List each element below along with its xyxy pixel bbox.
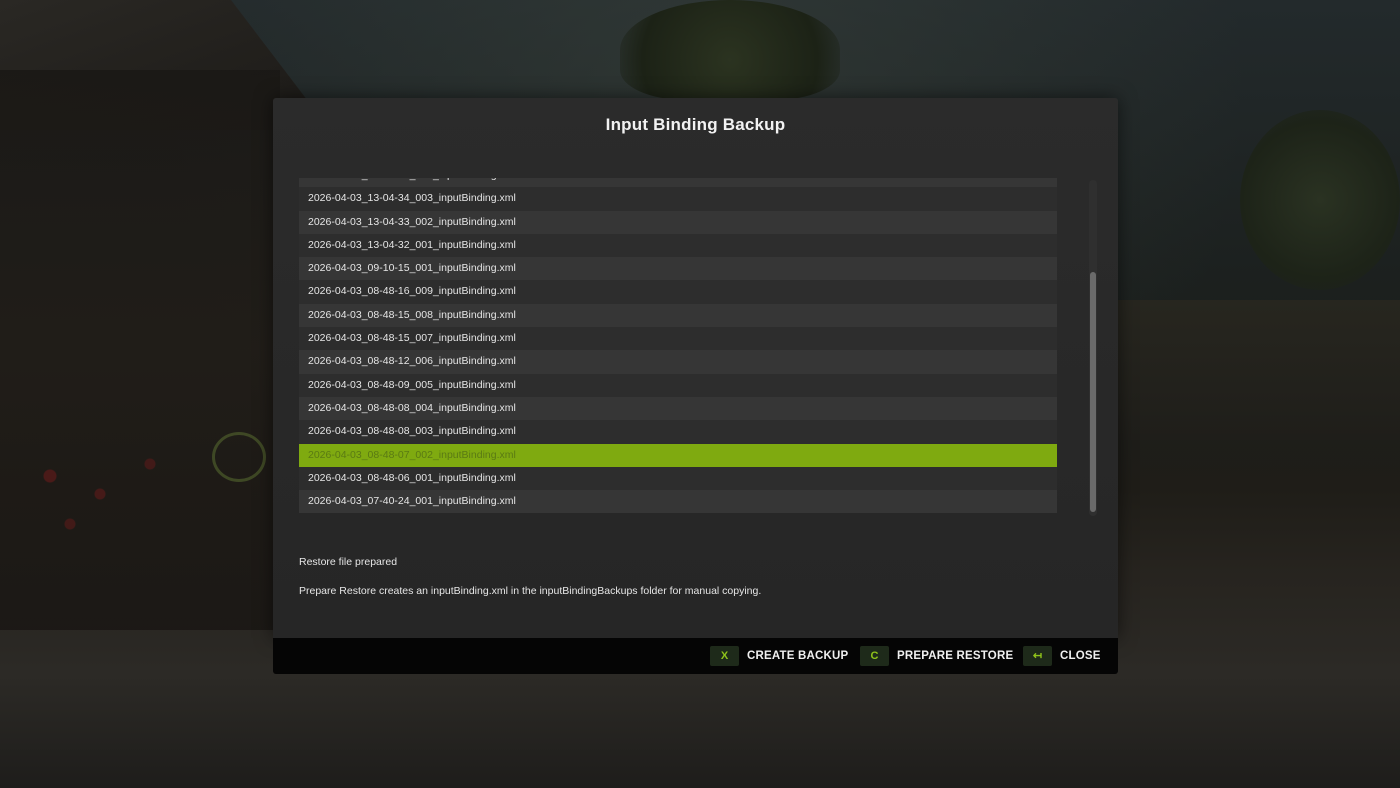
list-item[interactable]: 2026-04-03_09-10-15_001_inputBinding.xml <box>299 257 1057 281</box>
list-item[interactable]: 2026-04-03_13-04-35_004_inputBinding.xml <box>299 178 1057 188</box>
list-item[interactable]: 2026-04-03_13-04-34_003_inputBinding.xml <box>299 187 1057 211</box>
back-arrow-icon: ↤ <box>1023 646 1052 666</box>
status-message: Restore file prepared <box>299 556 398 568</box>
list-item[interactable]: 2026-04-03_08-48-09_005_inputBinding.xml <box>299 373 1057 397</box>
background-wall <box>1118 300 1400 440</box>
list-item[interactable]: 2026-04-03_13-04-32_001_inputBinding.xml <box>299 233 1057 258</box>
help-text: Prepare Restore creates an inputBinding.… <box>299 585 762 597</box>
list-item[interactable]: 2026-04-03_08-48-15_007_inputBinding.xml <box>299 327 1057 351</box>
list-item[interactable]: 2026-04-03_08-48-06_001_inputBinding.xml <box>299 466 1057 491</box>
backup-list-scrollbar[interactable] <box>1089 180 1097 516</box>
backup-list[interactable]: 2026-04-03_13-04-35_004_inputBinding.xml… <box>299 178 1057 514</box>
background-flowers <box>10 440 210 560</box>
scrollbar-thumb[interactable] <box>1090 272 1096 512</box>
close-label: CLOSE <box>1060 650 1101 662</box>
list-item[interactable]: 2026-04-03_08-48-08_004_inputBinding.xml <box>299 396 1057 421</box>
key-c-icon: C <box>860 646 889 666</box>
list-item[interactable]: 2026-04-03_08-48-16_009_inputBinding.xml <box>299 280 1057 304</box>
list-item[interactable]: 2026-04-03_08-48-12_006_inputBinding.xml <box>299 350 1057 374</box>
list-item[interactable]: 2026-04-03_08-48-08_003_inputBinding.xml <box>299 420 1057 444</box>
create-backup-button[interactable]: X CREATE BACKUP <box>710 646 848 666</box>
list-item[interactable]: 2026-04-03_07-40-24_001_inputBinding.xml <box>299 490 1057 514</box>
background-sign <box>212 432 266 482</box>
prepare-restore-button[interactable]: C PREPARE RESTORE <box>860 646 1013 666</box>
backup-list-items: 2026-04-03_13-04-35_004_inputBinding.xml… <box>299 178 1057 514</box>
button-bar: X CREATE BACKUP C PREPARE RESTORE ↤ CLOS… <box>273 638 1118 674</box>
key-x-icon: X <box>710 646 739 666</box>
list-item[interactable]: 2026-04-03_08-48-15_008_inputBinding.xml <box>299 303 1057 328</box>
input-binding-backup-dialog: Input Binding Backup 2026-04-03_13-04-35… <box>273 98 1118 638</box>
prepare-restore-label: PREPARE RESTORE <box>897 650 1014 662</box>
list-item-selected[interactable]: 2026-04-03_08-48-07_002_inputBinding.xml <box>299 443 1057 467</box>
background-tree <box>620 0 840 100</box>
create-backup-label: CREATE BACKUP <box>747 650 849 662</box>
dialog-title: Input Binding Backup <box>605 115 786 134</box>
close-button[interactable]: ↤ CLOSE <box>1023 646 1101 666</box>
background-tree-right <box>1240 110 1400 290</box>
list-item[interactable]: 2026-04-03_13-04-33_002_inputBinding.xml <box>299 210 1057 234</box>
